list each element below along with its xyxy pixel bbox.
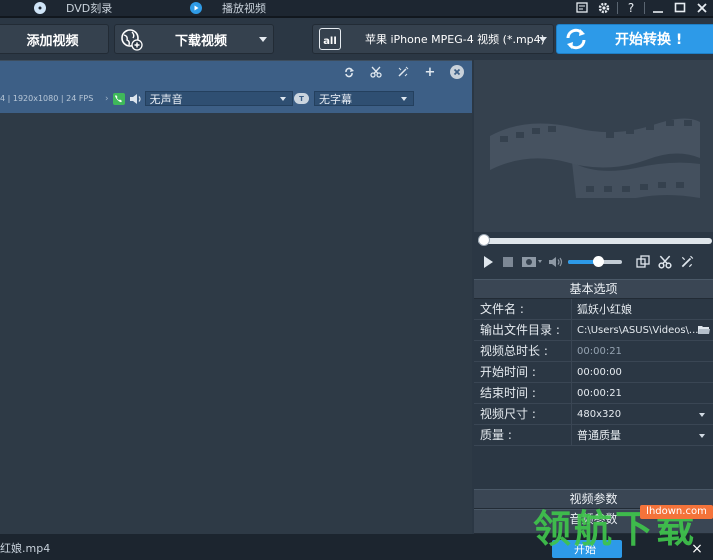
close-window-icon[interactable] (691, 0, 713, 16)
subtitle-area: T 无字幕 (294, 91, 414, 106)
setting-label: 质量 : (474, 425, 572, 445)
play-icon[interactable] (482, 255, 494, 269)
start-convert-label: 开始转换 ! (615, 32, 683, 48)
tab-play-video[interactable]: 播放视频 (190, 0, 266, 16)
seek-handle[interactable] (478, 234, 490, 246)
top-tab-strip: DVD刻录 播放视频 ? (0, 0, 713, 16)
effects-wand-icon[interactable] (680, 255, 694, 269)
add-video-button[interactable]: 添加视频 (0, 24, 109, 54)
start-time-field[interactable]: 00:00:00 (572, 362, 713, 382)
speaker-icon (129, 93, 141, 104)
subtitle-icon: T (294, 93, 309, 104)
volume-handle[interactable] (592, 256, 604, 267)
film-reel-icon (490, 118, 700, 198)
chevron-down-icon (539, 37, 547, 42)
quality-select[interactable]: 普通质量 (572, 425, 713, 445)
start-convert-button[interactable]: 开始转换 ! (556, 24, 713, 54)
chevron-down-icon (279, 97, 286, 101)
chevron-right-icon: › (105, 93, 109, 104)
phone-icon[interactable] (112, 92, 125, 105)
window-controls: ? (571, 0, 713, 16)
divider (644, 2, 645, 14)
filename-field[interactable]: 狐妖小红娘 (572, 299, 713, 319)
setting-row-end-time: 结束时间 : 00:00:21 (474, 383, 713, 404)
tab-play-video-label: 播放视频 (222, 2, 266, 15)
audio-track-value: 无声音 (149, 92, 183, 106)
file-item[interactable]: + 4 | 1920x1080 | 24 FPS › 无声音 T 无字幕 (0, 61, 472, 113)
camera-icon[interactable] (522, 256, 544, 268)
subtitle-value: 无字幕 (319, 92, 352, 106)
remove-file-icon[interactable] (450, 65, 464, 79)
stop-icon[interactable] (502, 256, 514, 268)
help-button[interactable]: ? (620, 0, 642, 16)
chevron-down-icon (699, 413, 705, 417)
chevron-down-icon (401, 97, 407, 101)
setting-label: 视频尺寸 : (474, 404, 572, 424)
output-dir-field[interactable]: C:\Users\ASUS\Videos\... (572, 320, 713, 340)
setting-row-filename: 文件名 : 狐妖小红娘 (474, 299, 713, 320)
folder-open-icon[interactable] (698, 325, 710, 335)
video-size-select[interactable]: 480x320 (572, 404, 713, 424)
feedback-icon[interactable] (571, 0, 593, 16)
snapshot-copy-icon[interactable] (636, 255, 650, 269)
maximize-icon[interactable] (669, 0, 691, 16)
download-video-button[interactable]: 下载视频 (114, 24, 274, 54)
refresh-icon (566, 28, 586, 50)
rotate-icon[interactable] (342, 65, 356, 79)
player-controls (474, 252, 713, 272)
setting-label: 输出文件目录 : (474, 320, 572, 340)
cut-icon[interactable] (369, 65, 383, 79)
setting-row-output-dir: 输出文件目录 : C:\Users\ASUS\Videos\... (474, 320, 713, 341)
settings-panel: 基本选项 文件名 : 狐妖小红娘 输出文件目录 : C:\Users\ASUS\… (474, 279, 713, 446)
globe-download-icon (121, 29, 143, 51)
setting-row-start-time: 开始时间 : 00:00:00 (474, 362, 713, 383)
main-toolbar: 添加视频 下载视频 all 苹果 iPhone MPEG-4 视频 (*.mp4… (0, 16, 713, 60)
video-preview (474, 60, 713, 232)
setting-label: 结束时间 : (474, 383, 572, 403)
add-icon[interactable]: + (423, 65, 437, 80)
file-list-panel: + 4 | 1920x1080 | 24 FPS › 无声音 T 无字幕 (0, 60, 472, 534)
file-item-actions: + (329, 65, 464, 80)
minimize-icon[interactable] (647, 0, 669, 16)
quality-value: 普通质量 (577, 429, 621, 442)
basic-options-header[interactable]: 基本选项 (474, 279, 713, 299)
download-video-label: 下载视频 (175, 33, 228, 49)
seek-bar[interactable] (478, 238, 712, 244)
chevron-down-icon (699, 434, 705, 438)
audio-track-dropdown[interactable]: 无声音 (144, 91, 293, 106)
volume-icon[interactable] (548, 256, 564, 268)
file-info: 4 | 1920x1080 | 24 FPS (0, 94, 94, 103)
output-format-label: 苹果 iPhone MPEG-4 视频 (*.mp4) (365, 33, 545, 46)
end-time-field[interactable]: 00:00:21 (572, 383, 713, 403)
current-filename: 红娘.mp4 (0, 542, 51, 555)
watermark-url: lhdown.com (640, 505, 713, 519)
cut-icon[interactable] (658, 255, 672, 269)
audio-track-area: › 无声音 (105, 91, 293, 106)
disc-icon (34, 2, 46, 14)
output-dir-value: C:\Users\ASUS\Videos\... (577, 325, 699, 336)
setting-label: 开始时间 : (474, 362, 572, 382)
tab-dvd-burn-label: DVD刻录 (66, 2, 113, 15)
add-video-label: 添加视频 (26, 33, 79, 49)
volume-slider[interactable] (568, 256, 622, 267)
duration-value: 00:00:21 (577, 346, 622, 357)
divider (617, 2, 618, 14)
video-size-value: 480x320 (577, 409, 622, 420)
setting-row-duration: 视频总时长 : 00:00:21 (474, 341, 713, 362)
subtitle-dropdown[interactable]: 无字幕 (314, 91, 414, 106)
setting-label: 文件名 : (474, 299, 572, 319)
setting-row-video-size: 视频尺寸 : 480x320 (474, 404, 713, 425)
tab-dvd-burn[interactable]: DVD刻录 (34, 0, 112, 16)
chevron-down-icon[interactable] (259, 37, 267, 42)
setting-label: 视频总时长 : (474, 341, 572, 361)
setting-row-quality: 质量 : 普通质量 (474, 425, 713, 446)
preview-panel: 基本选项 文件名 : 狐妖小红娘 输出文件目录 : C:\Users\ASUS\… (474, 60, 713, 534)
output-format-select[interactable]: all 苹果 iPhone MPEG-4 视频 (*.mp4) (312, 24, 554, 54)
format-all-icon: all (319, 28, 341, 50)
settings-gear-icon[interactable] (593, 0, 615, 16)
effects-wand-icon[interactable] (396, 65, 410, 79)
play-circle-icon (190, 2, 202, 14)
